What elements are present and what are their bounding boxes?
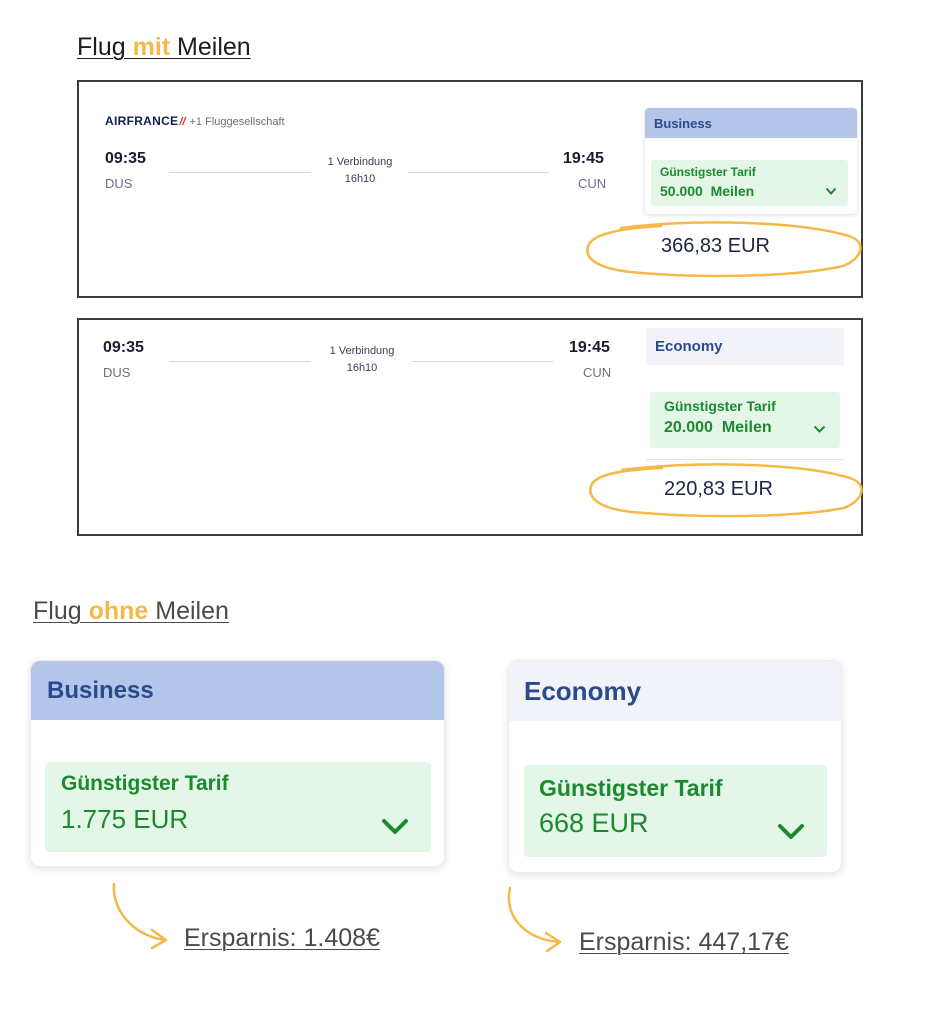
airline-row: AIRFRANCE//+1 Fluggesellschaft: [105, 114, 285, 128]
flight-duration: 16h10: [346, 362, 378, 374]
fare-price: 1.775 EUR: [61, 804, 189, 834]
heading-text-before: Flug: [33, 597, 89, 625]
route-line-left: [169, 361, 311, 362]
heading-flug-mit-meilen: Flug mit Meilen: [77, 33, 251, 62]
route-line-right: [408, 172, 549, 173]
savings-business: Ersparnis: 1.408€: [184, 924, 380, 952]
cabin-header-economy: Economy: [509, 661, 841, 721]
savings-economy: Ersparnis: 447,17€: [579, 928, 789, 956]
arrival-code: CUN: [583, 365, 612, 380]
airfrance-logo: AIRFRANCE: [105, 114, 179, 128]
price-business: 366,83 EUR: [661, 235, 770, 257]
curved-arrow-icon: [112, 882, 168, 950]
departure-code: DUS: [103, 365, 131, 380]
heading-highlight: ohne: [88, 597, 149, 625]
route-line-left: [169, 172, 311, 173]
cabin-header-economy: Economy: [646, 328, 844, 365]
fare-label: Günstigster Tarif: [660, 165, 756, 179]
cheapest-fare-box[interactable]: Günstigster Tarif 1.775 EUR: [45, 762, 431, 852]
divider: [646, 459, 844, 460]
fare-card-business[interactable]: Business Günstigster Tarif 1.775 EUR: [30, 660, 445, 867]
fare-panel-economy[interactable]: Economy Günstigster Tarif 20.000 Meilen: [646, 328, 844, 462]
heading-text-after: Meilen: [170, 33, 251, 61]
heading-text-before: Flug: [77, 33, 133, 61]
price-economy: 220,83 EUR: [664, 478, 773, 500]
miles-unit: Meilen: [710, 183, 755, 199]
departure-time: 09:35: [103, 339, 144, 356]
fare-card-economy[interactable]: Economy Günstigster Tarif 668 EUR: [508, 660, 842, 873]
cheapest-fare-box[interactable]: Günstigster Tarif 668 EUR: [524, 765, 827, 857]
curved-arrow-icon: [507, 886, 562, 953]
cabin-header-business: Business: [31, 661, 444, 720]
fare-label: Günstigster Tarif: [61, 772, 229, 795]
heading-text-after: Meilen: [148, 597, 229, 625]
departure-code: DUS: [105, 176, 133, 191]
flight-card-economy[interactable]: 09:35 DUS 1 Verbindung 16h10 19:45 CUN E…: [77, 318, 863, 536]
fare-panel-business[interactable]: Business Günstigster Tarif 50.000 Meilen: [645, 108, 857, 214]
arrival-code: CUN: [578, 176, 607, 191]
connection-count: 1 Verbindung: [327, 156, 393, 168]
cabin-header-business: Business: [645, 108, 857, 138]
cheapest-fare-box[interactable]: Günstigster Tarif 20.000 Meilen: [650, 392, 840, 448]
miles-value: 20.000: [664, 419, 713, 436]
chevron-down-icon[interactable]: [777, 823, 805, 841]
arrival-time: 19:45: [563, 150, 604, 167]
fare-label: Günstigster Tarif: [664, 398, 776, 414]
cheapest-fare-box[interactable]: Günstigster Tarif 50.000 Meilen: [651, 160, 848, 206]
flight-duration: 16h10: [344, 173, 376, 185]
chevron-down-icon[interactable]: [381, 818, 409, 836]
fare-miles: 50.000 Meilen: [660, 183, 839, 199]
departure-time: 09:35: [105, 150, 146, 167]
arrival-time: 19:45: [569, 339, 610, 356]
airfrance-logo-icon: //: [179, 116, 186, 128]
flight-card-business[interactable]: AIRFRANCE//+1 Fluggesellschaft 09:35 DUS…: [77, 80, 863, 298]
connection-count: 1 Verbindung: [329, 345, 395, 357]
chevron-down-icon[interactable]: [813, 425, 826, 434]
miles-value: 50.000: [660, 183, 703, 199]
heading-highlight: mit: [132, 33, 171, 61]
fare-miles: 20.000 Meilen: [664, 419, 826, 437]
route-line-right: [412, 361, 553, 362]
heading-flug-ohne-meilen: Flug ohne Meilen: [33, 597, 229, 626]
miles-unit: Meilen: [721, 419, 772, 436]
airline-extra: +1 Fluggesellschaft: [189, 116, 285, 128]
fare-price: 668 EUR: [539, 808, 649, 838]
chevron-down-icon[interactable]: [825, 187, 837, 196]
fare-label: Günstigster Tarif: [539, 775, 723, 801]
